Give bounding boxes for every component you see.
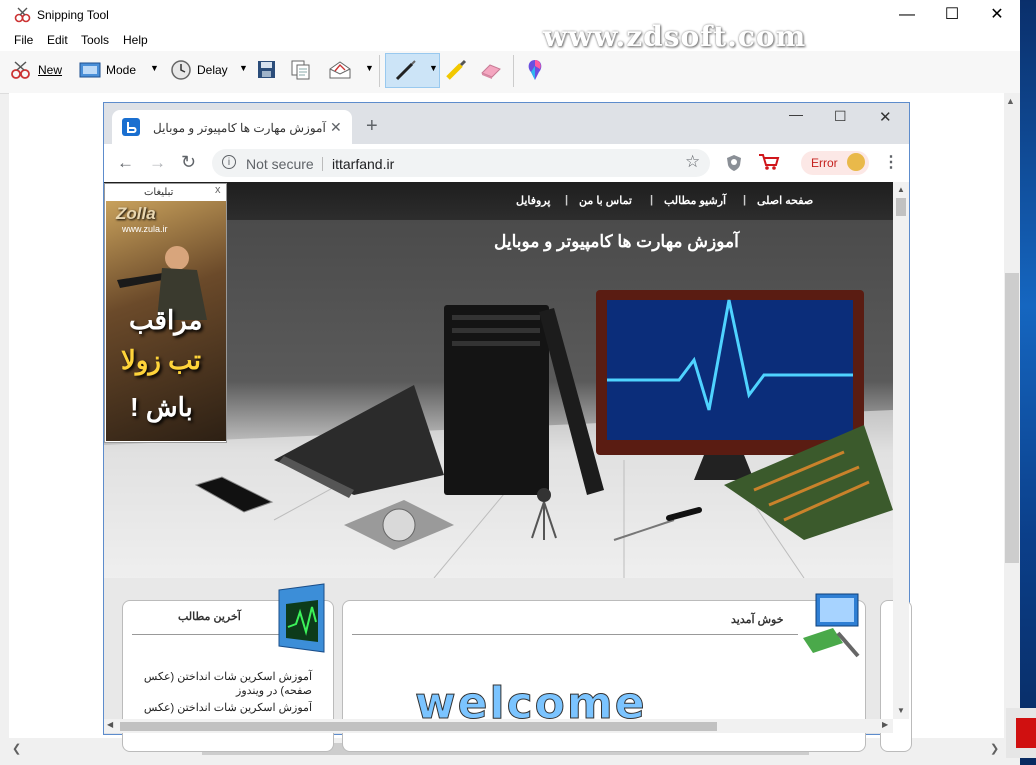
page-horizontal-scroll-thumb[interactable]: [120, 722, 717, 731]
menu-tools[interactable]: Tools: [81, 33, 109, 47]
ad-close-button[interactable]: x: [215, 184, 221, 196]
nav-separator: |: [743, 194, 747, 206]
nav-contact-link[interactable]: تماس با من: [579, 194, 632, 207]
ad-text-line3: باش !: [130, 392, 193, 422]
new-tab-plus-icon[interactable]: +: [366, 115, 378, 138]
computer-tools-icon: [798, 588, 864, 658]
url-text[interactable]: ittarfand.ir: [332, 156, 394, 172]
window-title: Snipping Tool: [37, 8, 109, 22]
delay-dropdown-icon[interactable]: ▼: [239, 63, 248, 73]
page-scroll-left-icon[interactable]: ◀: [107, 720, 113, 729]
new-button[interactable]: New: [38, 63, 62, 77]
toolbar-separator: [379, 55, 380, 87]
monitor-chart-icon: [276, 582, 328, 660]
page-vertical-scrollbar[interactable]: [893, 182, 909, 719]
mode-button[interactable]: Mode: [106, 63, 136, 77]
menu-edit[interactable]: Edit: [47, 33, 68, 47]
pen-dropdown-icon[interactable]: ▼: [429, 63, 438, 73]
canvas-vertical-scroll-thumb[interactable]: [1005, 273, 1019, 563]
ad-text-line2: تب زولا: [121, 345, 201, 375]
hero-title: آموزش مهارت ها کامپیوتر و موبایل: [494, 232, 739, 251]
profile-avatar[interactable]: [847, 153, 865, 171]
highlighter-icon[interactable]: [444, 58, 468, 82]
scroll-right-arrow-icon[interactable]: ❯: [990, 742, 999, 755]
url-separator: [322, 157, 323, 171]
copy-icon[interactable]: [290, 59, 311, 80]
delay-clock-icon[interactable]: [170, 59, 192, 81]
panel-divider: [352, 634, 798, 635]
browser-minimize-button[interactable]: —: [789, 106, 803, 122]
paint-3d-icon[interactable]: [524, 58, 546, 82]
page-scroll-right-icon[interactable]: ▶: [882, 720, 888, 729]
tab-close-icon[interactable]: ✕: [330, 119, 342, 136]
not-secure-label: Not secure: [246, 156, 314, 172]
info-icon[interactable]: i: [222, 155, 236, 169]
page-scroll-up-icon[interactable]: ▲: [897, 185, 905, 194]
save-icon[interactable]: [257, 60, 276, 79]
close-button[interactable]: ✕: [974, 0, 1020, 31]
ad-text-line1: مراقب: [129, 305, 203, 335]
site-favicon-icon: [122, 118, 140, 136]
watermark-text: www.zdsoft.com: [543, 20, 807, 53]
nav-profile-link[interactable]: پروفایل: [516, 194, 550, 207]
browser-maximize-button[interactable]: ☐: [834, 108, 847, 125]
bookmark-star-icon[interactable]: ☆: [685, 152, 700, 172]
ad-site: www.zula.ir: [122, 224, 168, 234]
eraser-icon[interactable]: [479, 60, 503, 80]
desktop-background: [1020, 0, 1036, 765]
title-bar: [0, 0, 1020, 31]
ad-header: تبلیغات: [144, 187, 174, 198]
ad-logo: Zolla: [116, 204, 156, 223]
new-snip-icon[interactable]: [10, 60, 34, 80]
page-vertical-scroll-thumb[interactable]: [896, 198, 906, 216]
scroll-left-arrow-icon[interactable]: ❮: [12, 742, 21, 755]
nav-home-link[interactable]: صفحه اصلی: [757, 194, 813, 207]
nav-archive-link[interactable]: آرشیو مطالب: [664, 194, 726, 207]
latest-posts-title: آخرین مطالب: [178, 611, 241, 623]
menu-bar: [0, 31, 1020, 51]
latest-post-item[interactable]: آموزش اسکرین شات انداختن (عکس: [130, 701, 312, 715]
latest-post-item[interactable]: آموزش اسکرین شات انداختن (عکس صفحه) در و…: [130, 670, 312, 698]
browser-menu-icon[interactable]: ⋮: [883, 152, 899, 172]
back-arrow-icon[interactable]: ←: [117, 153, 134, 173]
menu-file[interactable]: File: [14, 33, 33, 47]
tab-title: آموزش مهارت ها کامپیوتر و موبایل: [153, 121, 326, 135]
desktop-red-icon: [1016, 718, 1036, 748]
pen-icon[interactable]: [394, 58, 418, 82]
mode-dropdown-icon[interactable]: ▼: [150, 63, 159, 73]
shield-extension-icon[interactable]: [726, 154, 742, 172]
snipping-tool-icon: [14, 7, 32, 23]
browser-close-button[interactable]: ✕: [879, 108, 892, 126]
menu-help[interactable]: Help: [123, 33, 148, 47]
minimize-button[interactable]: —: [884, 0, 930, 31]
reload-icon[interactable]: ↻: [181, 152, 196, 173]
mode-icon[interactable]: [79, 61, 101, 79]
send-snip-icon[interactable]: [327, 59, 353, 81]
shopping-cart-extension-icon[interactable]: [758, 153, 780, 171]
send-dropdown-icon[interactable]: ▼: [365, 63, 374, 73]
delay-button[interactable]: Delay: [197, 63, 228, 77]
toolbar-separator-2: [513, 55, 514, 87]
welcome-title: خوش آمدید: [731, 614, 784, 626]
page-scroll-down-icon[interactable]: ▼: [897, 706, 905, 715]
maximize-button[interactable]: ☐: [929, 0, 975, 31]
scroll-up-arrow-icon[interactable]: ▲: [1006, 96, 1015, 106]
nav-separator: |: [650, 194, 654, 206]
nav-separator: |: [565, 194, 569, 206]
profile-error-label: Error: [811, 156, 838, 170]
forward-arrow-icon[interactable]: →: [149, 153, 166, 173]
